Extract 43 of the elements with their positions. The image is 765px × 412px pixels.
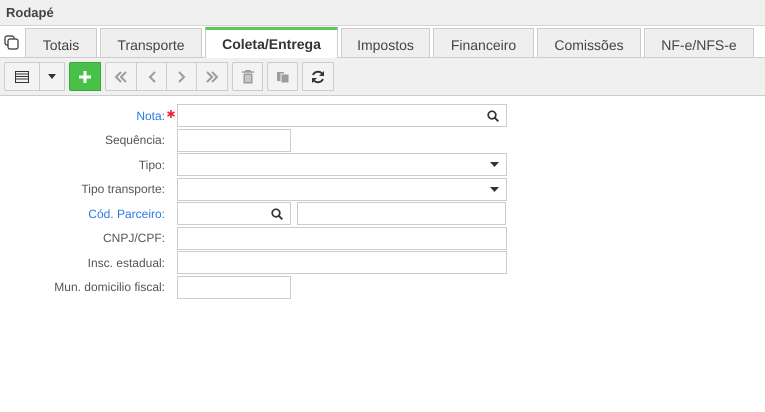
tab[interactable]: Coleta/Entrega — [205, 27, 338, 58]
refresh-button[interactable] — [302, 62, 334, 91]
field-label: Tipo transporte: — [80, 182, 165, 196]
caret-icon — [48, 74, 56, 79]
input-field[interactable] — [177, 276, 291, 298]
field-label: Tipo: — [138, 158, 165, 172]
dropdown-field[interactable] — [177, 153, 507, 176]
search-icon[interactable] — [487, 110, 499, 122]
field-link-label[interactable]: Nota: — [0, 108, 165, 122]
right-chevron-icon — [178, 70, 186, 82]
grid-button[interactable] — [4, 62, 40, 91]
lookup-field[interactable] — [177, 104, 507, 127]
double-right-chevron-icon — [205, 70, 219, 82]
lookup-field[interactable] — [177, 202, 291, 225]
trash-icon — [242, 70, 254, 84]
tab[interactable]: Transporte — [100, 28, 202, 57]
field-link-label[interactable]: Cód. Parceiro: — [0, 206, 165, 220]
caret-icon[interactable] — [490, 186, 499, 192]
dropdown-field[interactable] — [177, 178, 507, 200]
tab[interactable]: Financeiro — [433, 28, 534, 57]
refresh-icon — [311, 70, 325, 84]
panel-title: Rodapé — [6, 5, 54, 20]
tab[interactable]: Impostos — [341, 28, 430, 57]
field-label: CNPJ/CPF: — [102, 231, 165, 245]
grid-icon — [15, 70, 29, 82]
search-icon[interactable] — [271, 208, 283, 220]
field-label: Insc. estadual: — [86, 256, 165, 270]
tab[interactable]: NF-e/NFS-e — [644, 28, 754, 57]
copy-icon — [276, 70, 288, 83]
plus-icon — [79, 70, 91, 82]
left-chevron-icon — [148, 70, 156, 82]
tab[interactable]: Totais — [25, 28, 97, 57]
caret-icon[interactable] — [490, 162, 499, 167]
input-field[interactable] — [177, 226, 507, 250]
tab[interactable]: Comissões — [537, 28, 641, 57]
double-left-chevron-icon — [114, 70, 128, 82]
dropdown-button[interactable] — [39, 62, 65, 91]
field-label: Mun. domicilio fiscal: — [53, 280, 165, 294]
input-field[interactable] — [177, 251, 507, 274]
input-field[interactable] — [177, 128, 291, 152]
input-field[interactable] — [297, 202, 506, 225]
copy-icon[interactable] — [4, 35, 19, 50]
field-label: Sequência: — [104, 133, 165, 147]
